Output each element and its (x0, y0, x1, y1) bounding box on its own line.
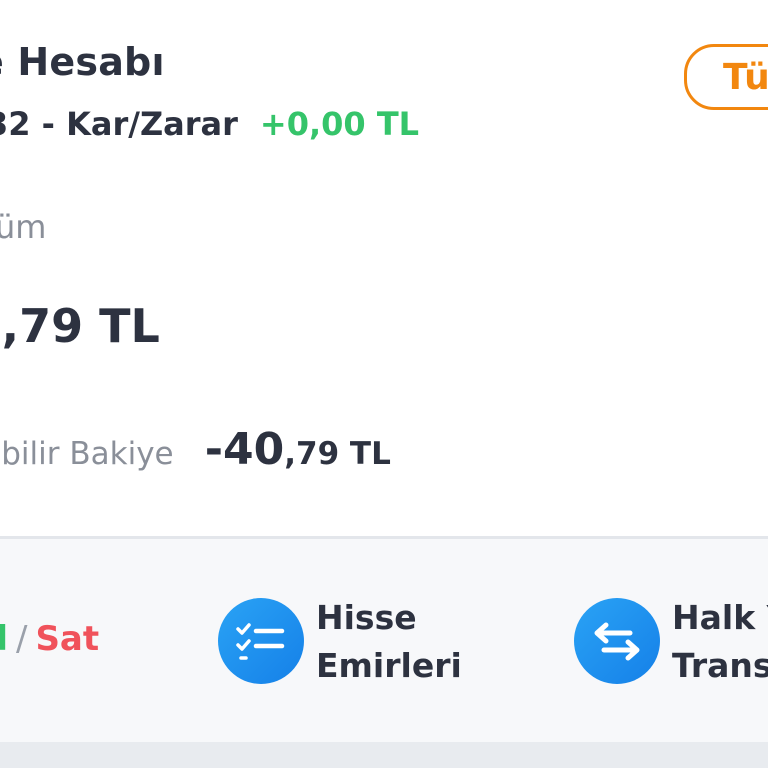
buy-label: Al (0, 619, 8, 659)
balance-value-decimal: ,79 TL (284, 436, 391, 472)
balance-row: ulabilir Bakiye -40,79 TL (0, 424, 391, 475)
buy-sell-button[interactable]: Al/Sat (0, 619, 99, 659)
profit-loss-value: +0,00 TL (259, 105, 420, 143)
buy-sell-separator: / (15, 619, 28, 659)
transfer-label: Halk Y Trans (672, 594, 768, 690)
account-card: e Hesabı 32 - Kar/Zarar +0,00 TL Tü yüm 0… (0, 0, 768, 742)
balance-value: -40,79 TL (205, 424, 391, 475)
profit-loss-line: 32 - Kar/Zarar +0,00 TL (0, 105, 419, 143)
account-title: e Hesabı (0, 40, 165, 84)
sell-label: Sat (35, 619, 100, 659)
transfer-label-line2: Trans (672, 646, 768, 685)
account-type-badge[interactable]: Tü (684, 44, 768, 110)
bottom-background (0, 742, 768, 768)
portfolio-value-decimal: ,79 TL (1, 299, 160, 353)
portfolio-value: 0,79 TL (0, 268, 160, 361)
quick-actions-bar: Al/Sat Hisse Emirleri (0, 539, 768, 742)
transfer-label-line1: Halk Y (672, 598, 768, 637)
portfolio-label: yüm (0, 208, 47, 246)
stock-orders-label-line1: Hisse (316, 598, 417, 637)
stock-orders-button[interactable]: Hisse Emirleri (218, 596, 478, 686)
transfer-button[interactable]: Halk Y Trans (574, 596, 768, 686)
transfer-arrows-icon (574, 598, 660, 684)
checklist-icon (218, 598, 304, 684)
balance-label: ulabilir Bakiye (0, 436, 174, 472)
screen: e Hesabı 32 - Kar/Zarar +0,00 TL Tü yüm 0… (0, 0, 768, 768)
profit-loss-label: 32 - Kar/Zarar (0, 105, 238, 143)
balance-value-integer: -40 (204, 424, 285, 475)
stock-orders-label: Hisse Emirleri (316, 594, 462, 690)
stock-orders-label-line2: Emirleri (316, 646, 462, 685)
